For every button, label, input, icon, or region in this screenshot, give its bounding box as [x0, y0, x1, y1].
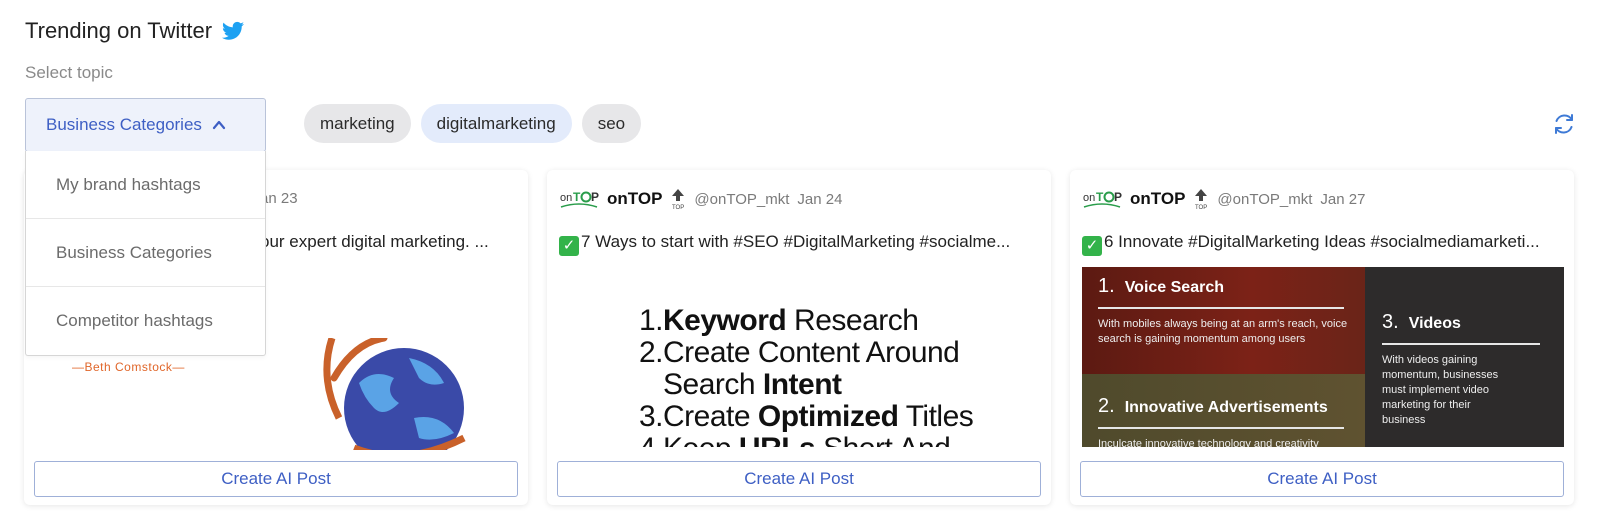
infographic-item-title: 3. Videos	[1382, 311, 1461, 333]
quote-attribution: —Beth Comstock—	[72, 360, 185, 374]
chip-digitalmarketing[interactable]: digitalmarketing	[420, 104, 572, 143]
tweet-card: on T P onTOP TOP @onTOP_mkt Jan 24 ✓ 7 Wa…	[547, 170, 1051, 505]
author-name[interactable]: onTOP	[607, 189, 662, 209]
menu-item-my-brand-hashtags[interactable]: My brand hashtags	[26, 151, 265, 219]
dropdown-selected-label: Business Categories	[46, 115, 202, 134]
infographic-item-title: 1. Voice Search	[1098, 275, 1224, 297]
tweet-text: our expert digital marketing. ...	[260, 232, 489, 251]
top-badge-icon: TOP	[672, 189, 685, 210]
twitter-bird-icon	[222, 21, 245, 40]
tweet-text-row: ✓ 7 Ways to start with #SEO #DigitalMarke…	[559, 232, 1039, 256]
svg-text:P: P	[591, 190, 599, 204]
refresh-icon[interactable]	[1552, 112, 1576, 136]
author-handle: @onTOP_mkt	[694, 190, 790, 208]
tweet-media-image[interactable]: 1.Keyword Research 2.Create Content Arou…	[559, 267, 1041, 448]
infographic-item-body: With videos gaining momentum, businesses…	[1382, 354, 1499, 426]
tweet-text: 7 Ways to start with #SEO #DigitalMarket…	[581, 232, 1011, 251]
create-ai-post-button[interactable]: Create AI Post	[34, 461, 518, 497]
trending-panel: Trending on Twitter Select topic Busines…	[0, 0, 1600, 517]
list-item: 3.Create Optimized Titles	[639, 400, 974, 433]
infographic-item-body: Inculcate innovative technology and crea…	[1098, 438, 1319, 447]
svg-text:T: T	[573, 190, 581, 204]
list-item: Search Intent	[663, 368, 842, 401]
tweet-date: Jan 24	[797, 190, 843, 208]
marketing-infographic: 1. Voice Search With mobiles always being…	[1082, 267, 1564, 447]
create-ai-post-button[interactable]: Create AI Post	[1080, 461, 1564, 497]
select-topic-label: Select topic	[25, 63, 113, 82]
infographic-item-title: 2. Innovative Advertisements	[1098, 395, 1328, 417]
category-dropdown[interactable]: Business Categories	[25, 98, 266, 152]
svg-text:on: on	[560, 192, 572, 204]
chevron-up-icon	[212, 120, 226, 130]
ontop-logo-avatar[interactable]: on T P	[559, 187, 599, 211]
list-item: 4.Keep URLs Short And	[639, 433, 973, 448]
svg-text:TOP: TOP	[672, 205, 684, 210]
section-header: Trending on Twitter	[25, 18, 245, 44]
tweet-header: on T P onTOP TOP @onTOP_mkt Jan 24	[559, 184, 842, 214]
globe-illustration-icon	[323, 338, 466, 450]
menu-item-business-categories[interactable]: Business Categories	[26, 219, 265, 287]
author-name[interactable]: onTOP	[1130, 189, 1185, 209]
ontop-logo-avatar[interactable]: on T P	[1082, 187, 1122, 211]
svg-text:on: on	[1083, 192, 1095, 204]
chip-marketing[interactable]: marketing	[304, 104, 411, 143]
chip-seo[interactable]: seo	[581, 104, 642, 143]
section-title: Trending on Twitter	[25, 18, 213, 43]
seo-tips-list: 1.Keyword Research 2.Create Content Arou…	[639, 304, 974, 448]
tweet-text-row: ✓ 6 Innovate #DigitalMarketing Ideas #soc…	[1082, 232, 1562, 256]
author-handle: @onTOP_mkt	[1217, 190, 1313, 208]
tweet-text: 6 Innovate #DigitalMarketing Ideas #soci…	[1104, 232, 1540, 251]
check-mark-icon: ✓	[1082, 236, 1102, 256]
tweet-date: Jan 27	[1320, 190, 1366, 208]
svg-text:TOP: TOP	[1195, 205, 1207, 210]
svg-text:T: T	[1096, 190, 1104, 204]
dropdown-menu: My brand hashtags Business Categories Co…	[25, 151, 266, 356]
infographic-item-body: With mobiles always being at an arm's re…	[1098, 318, 1348, 345]
tweet-media-image[interactable]: 1. Voice Search With mobiles always being…	[1082, 267, 1564, 447]
svg-text:P: P	[1114, 190, 1122, 204]
hashtag-chips: marketing digitalmarketing seo	[304, 104, 642, 143]
tweet-card: on T P onTOP TOP @onTOP_mkt Jan 27 ✓ 6 In…	[1070, 170, 1574, 505]
create-ai-post-button[interactable]: Create AI Post	[557, 461, 1041, 497]
list-item: 2.Create Content Around	[639, 336, 960, 369]
tweet-header: on T P onTOP TOP @onTOP_mkt Jan 27	[1082, 184, 1365, 214]
top-badge-icon: TOP	[1195, 189, 1208, 210]
list-item: 1.Keyword Research	[639, 304, 919, 337]
check-mark-icon: ✓	[559, 236, 579, 256]
menu-item-competitor-hashtags[interactable]: Competitor hashtags	[26, 287, 265, 355]
